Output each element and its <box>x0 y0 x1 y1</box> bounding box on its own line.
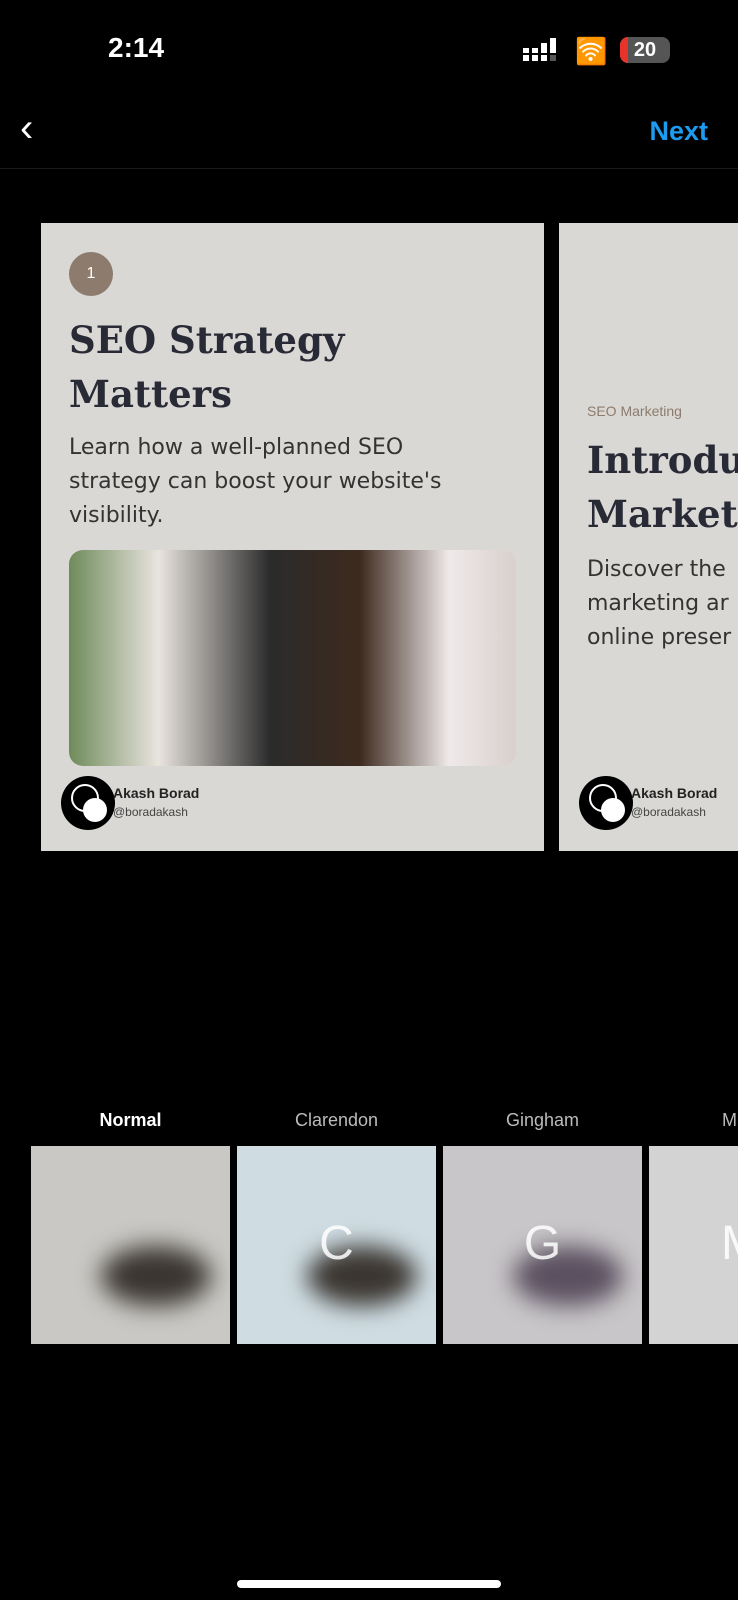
filter-letter: M <box>721 1216 738 1271</box>
desc-line: Discover the <box>587 557 726 582</box>
filter-thumb-normal[interactable] <box>31 1146 230 1344</box>
slide-title: Introdu Market <box>587 433 738 541</box>
title-line: Matters <box>69 372 232 416</box>
cellular-signal-icon <box>523 38 556 61</box>
author-name: Akash Borad <box>631 785 718 801</box>
header-divider <box>0 168 738 169</box>
desc-line: online preser <box>587 625 732 650</box>
author-avatar <box>579 776 633 830</box>
filter-letter: C <box>319 1217 354 1270</box>
filter-thumb-clarendon[interactable]: C <box>237 1146 436 1344</box>
slide-number-badge: 1 <box>69 252 113 296</box>
battery-level: 20 <box>633 39 657 61</box>
filter-label-clarendon[interactable]: Clarendon <box>237 1110 436 1131</box>
chevron-left-icon: ‹ <box>20 106 34 150</box>
title-line: SEO Strategy <box>69 318 345 362</box>
filter-thumb-gingham[interactable]: G <box>443 1146 642 1344</box>
desc-line: Learn how a well-planned SEO <box>69 435 404 460</box>
author-handle: @boradakash <box>631 805 706 819</box>
filter-label-m[interactable]: M <box>649 1110 738 1131</box>
status-time: 2:14 <box>108 32 165 63</box>
filter-label-normal[interactable]: Normal <box>31 1110 230 1131</box>
filter-label-gingham[interactable]: Gingham <box>443 1110 642 1131</box>
title-line: Market <box>587 492 738 536</box>
slide-photo <box>69 550 516 766</box>
back-button[interactable]: ‹ <box>20 108 33 148</box>
slide-title: SEO Strategy Matters <box>69 313 344 421</box>
desc-line: strategy can boost your website's <box>69 469 442 494</box>
battery-indicator: 20 <box>620 37 670 63</box>
author-avatar <box>61 776 115 830</box>
next-button[interactable]: Next <box>649 116 708 147</box>
slide-description: Learn how a well-planned SEO strategy can… <box>69 431 441 533</box>
author-handle: @boradakash <box>113 805 188 819</box>
carousel-slide-2[interactable]: SEO Marketing Introdu Market Discover the… <box>559 223 738 851</box>
filter-thumb-m[interactable]: M <box>649 1146 738 1344</box>
desc-line: marketing ar <box>587 591 729 616</box>
slide-eyebrow: SEO Marketing <box>587 403 682 419</box>
slide-description: Discover the marketing ar online preser <box>587 553 731 655</box>
home-indicator[interactable] <box>237 1580 501 1588</box>
wifi-icon: 🛜 <box>575 36 608 66</box>
title-line: Introdu <box>587 438 738 482</box>
carousel-slide-1[interactable]: 1 SEO Strategy Matters Learn how a well-p… <box>41 223 544 851</box>
desc-line: visibility. <box>69 503 164 528</box>
author-name: Akash Borad <box>113 785 200 801</box>
filter-letter: G <box>523 1217 562 1270</box>
